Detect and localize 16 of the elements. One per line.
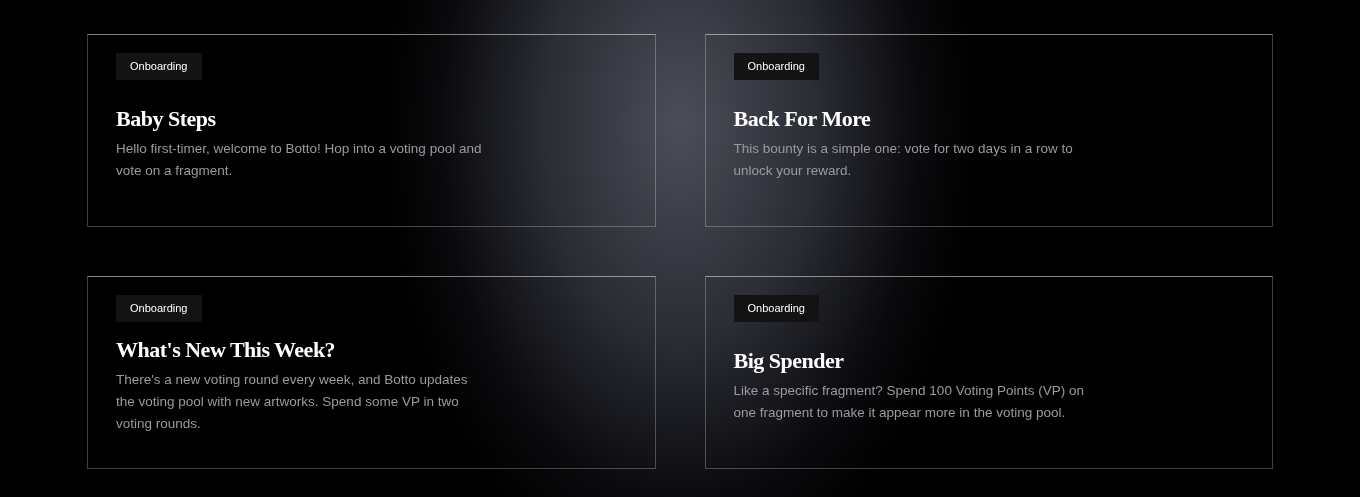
bounty-card[interactable]: Onboarding Baby Steps Hello first-timer, welcome to Botto! Hop into a voting pool and vote on a fragment. — [87, 34, 656, 227]
bounty-title: What's New This Week? — [116, 337, 336, 363]
bounty-card[interactable]: Onboarding Back For More This bounty is a simple one: vote for two days in a row to unlock your reward. — [704, 34, 1273, 227]
category-tag: Onboarding — [733, 295, 819, 322]
bounty-card[interactable]: Onboarding Big Spender Like a specific fragment? Spend 100 Voting Points (VP) on one fragment to make it appear more in the voting pool. — [704, 276, 1273, 469]
bounty-description: Hello first-timer, welcome to Botto! Hop into a voting pool and vote on a fragment. — [116, 140, 483, 180]
bounty-card[interactable]: Onboarding What's New This Week? There's a new voting round every week, and Botto updates the voting pool with new artworks. Spend some VP in two voting rounds. — [87, 276, 656, 469]
bounty-description: There's a new voting round every week, and Botto updates the voting pool with new artworks. Spend some VP in two voting rounds. — [116, 371, 469, 433]
category-tag: Onboarding — [116, 295, 202, 322]
bounty-description: Like a specific fragment? Spend 100 Voting Points (VP) on one fragment to make it appear more in the voting pool. — [733, 382, 1085, 422]
category-tag: Onboarding — [733, 53, 819, 80]
category-tag: Onboarding — [116, 53, 202, 80]
bounty-description: This bounty is a simple one: vote for two days in a row to unlock your reward. — [733, 140, 1074, 180]
bounty-title: Back For More — [733, 106, 871, 132]
bounty-title: Baby Steps — [116, 106, 216, 132]
bounty-title: Big Spender — [733, 348, 844, 374]
